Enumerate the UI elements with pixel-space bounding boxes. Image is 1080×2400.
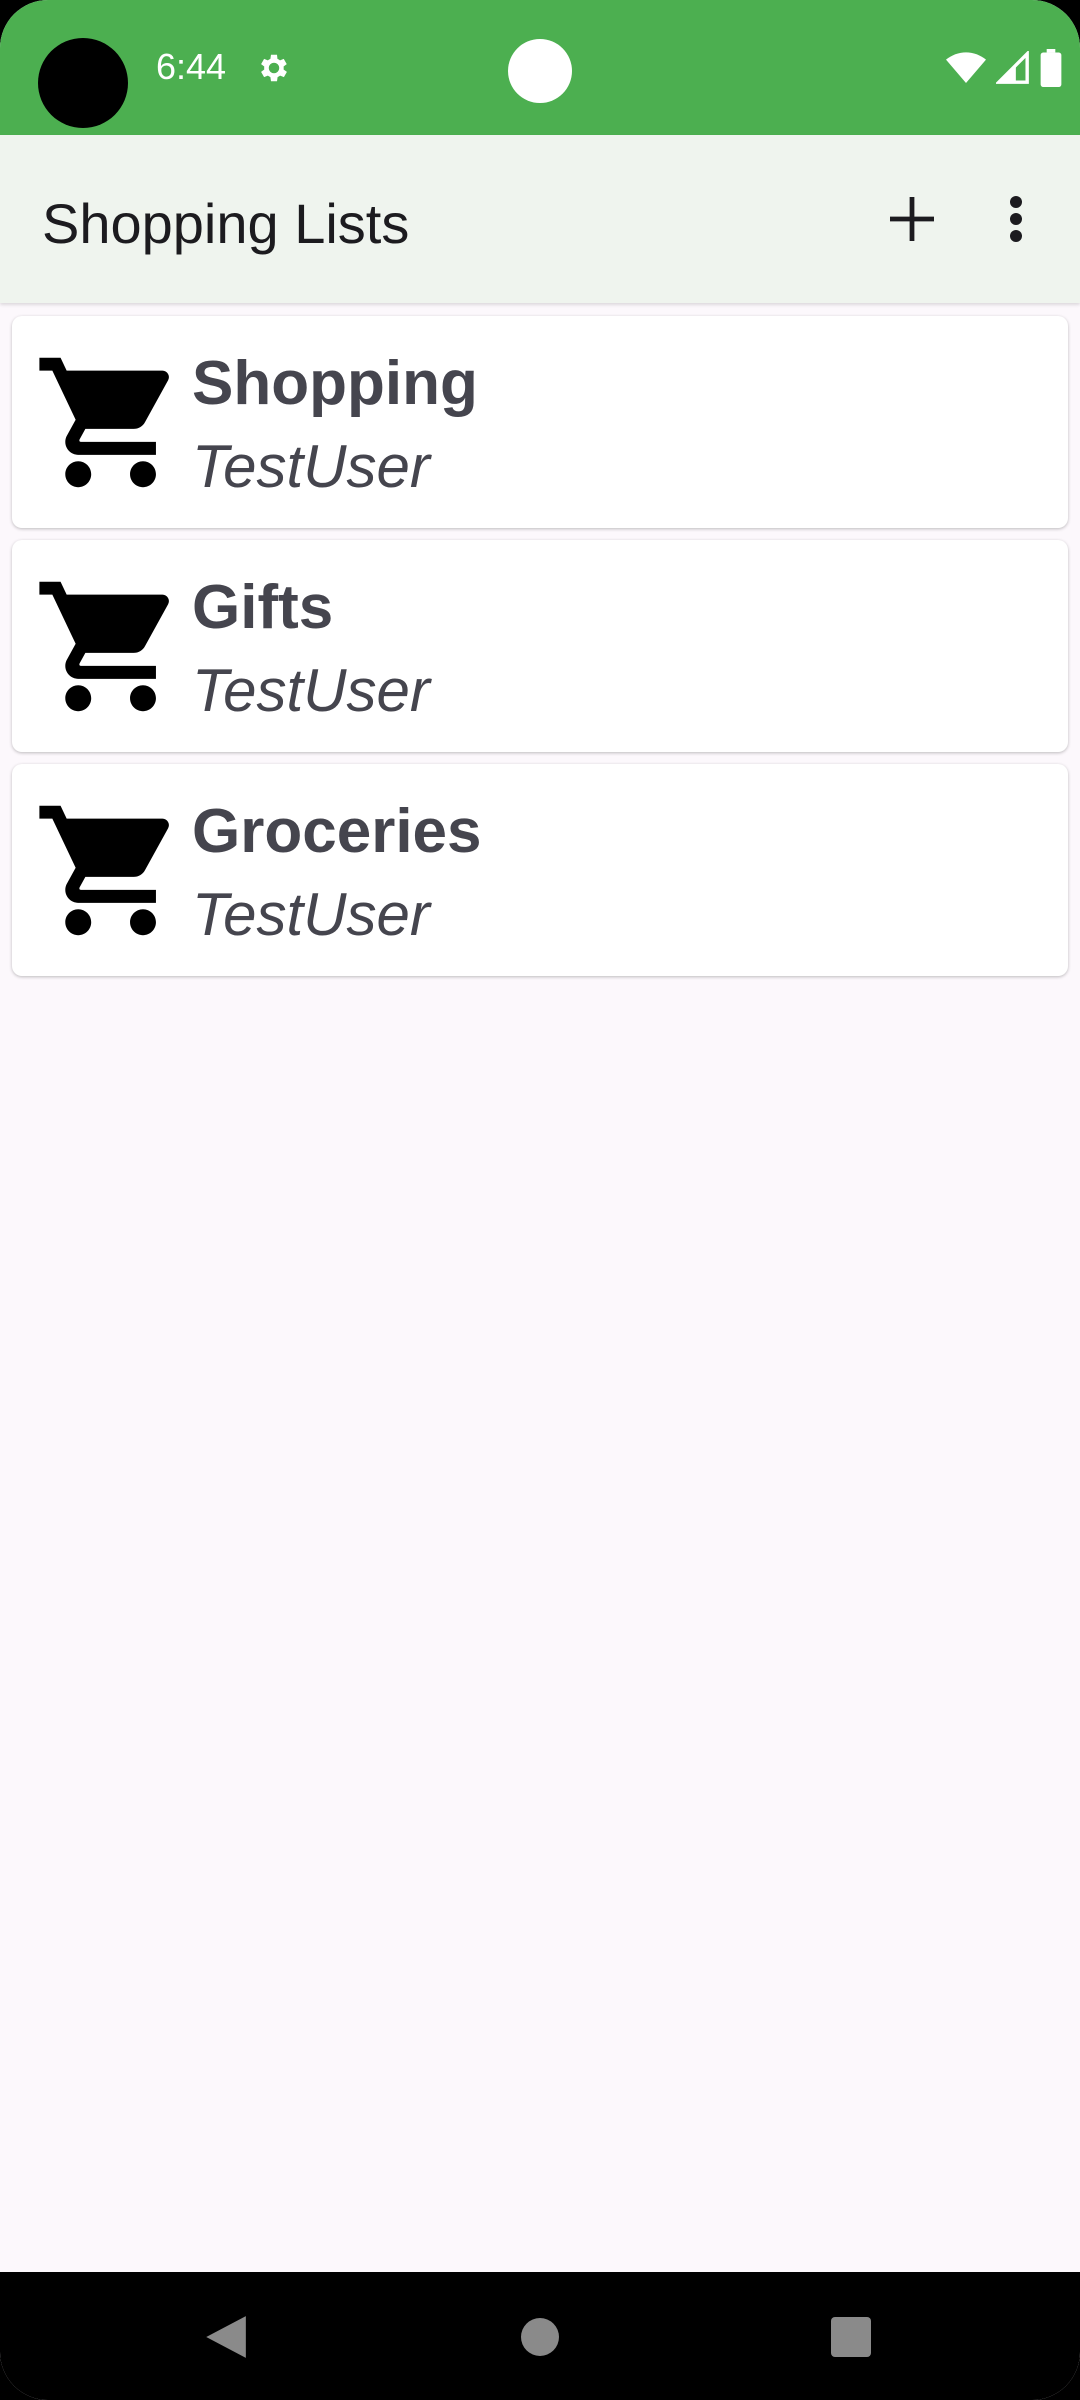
- list-title: Gifts: [192, 573, 334, 642]
- app-bar: Shopping Lists: [0, 135, 1080, 303]
- list-owner: TestUser: [192, 881, 430, 948]
- status-dot: [508, 39, 572, 103]
- shopping-cart-icon: [39, 357, 169, 488]
- status-icons: [946, 48, 1062, 88]
- recents-icon[interactable]: [831, 2317, 871, 2357]
- shopping-list-list: Shopping TestUser Gifts TestUser Groceri…: [12, 316, 1068, 988]
- shopping-cart-icon: [39, 581, 169, 712]
- settings-icon: [261, 54, 287, 82]
- signal-icon: [996, 51, 1029, 84]
- list-owner: TestUser: [192, 433, 430, 500]
- wifi-icon: [946, 52, 986, 83]
- status-bar: 6:44: [0, 0, 1080, 135]
- add-icon: [890, 197, 934, 241]
- navigation-bar: [0, 2272, 1080, 2400]
- more-options-button[interactable]: [986, 181, 1046, 257]
- list-title: Groceries: [192, 797, 482, 866]
- shopping-cart-icon: [39, 805, 169, 936]
- camera-cutout: [38, 38, 128, 128]
- list-item[interactable]: Shopping TestUser: [12, 316, 1068, 528]
- home-icon[interactable]: [521, 2318, 559, 2356]
- list-item[interactable]: Groceries TestUser: [12, 764, 1068, 976]
- more-vert-icon: [1010, 196, 1022, 242]
- back-icon[interactable]: [200, 2312, 250, 2362]
- battery-icon: [1040, 49, 1062, 87]
- list-title: Shopping: [192, 349, 478, 418]
- page-title: Shopping Lists: [42, 192, 410, 255]
- status-time: 6:44: [156, 46, 227, 87]
- add-list-button[interactable]: [874, 181, 950, 257]
- list-item[interactable]: Gifts TestUser: [12, 540, 1068, 752]
- list-owner: TestUser: [192, 657, 430, 724]
- screen: 6:44 Shopping Lists Shopping TestUser Gi…: [0, 0, 1080, 2400]
